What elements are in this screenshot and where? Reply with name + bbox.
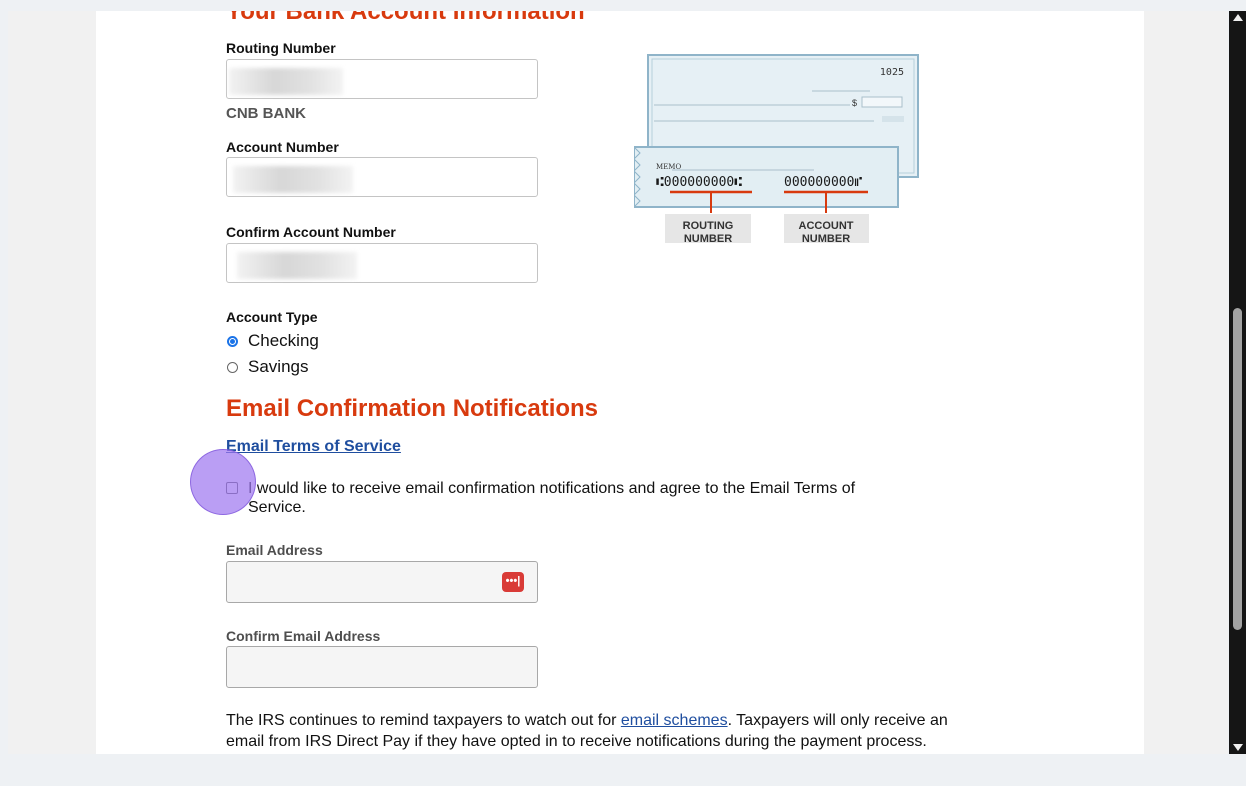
email-notifications-heading: Email Confirmation Notifications	[226, 395, 599, 422]
check-diagram: 1025 $ MEMO ⑆000000000⑆ 000000000⑈ ROUTI…	[634, 54, 919, 243]
confirm-account-number-label: Confirm Account Number	[226, 224, 396, 240]
dollar-sign: $	[852, 98, 857, 108]
email-scheme-notice: The IRS continues to remind taxpayers to…	[226, 712, 948, 750]
account-caption-line1: ACCOUNT	[799, 220, 854, 232]
password-manager-icon[interactable]: •••|	[502, 572, 524, 592]
scroll-down-arrow-icon[interactable]	[1229, 740, 1246, 754]
bank-info-heading: Your Bank Account Information	[226, 11, 585, 25]
routing-caption-line2: NUMBER	[684, 233, 732, 243]
email-opt-in-text: I would like to receive email confirmati…	[248, 480, 856, 516]
savings-label: Savings	[248, 357, 309, 376]
account-number-label: Account Number	[226, 139, 339, 155]
account-type-checking[interactable]: Checking	[227, 331, 319, 351]
routing-number-input[interactable]	[226, 59, 538, 99]
scroll-up-arrow-icon[interactable]	[1229, 11, 1246, 25]
browser-viewport: Your Bank Account Information Routing Nu…	[8, 11, 1228, 754]
email-terms-link[interactable]: Email Terms of Service	[226, 438, 401, 456]
confirm-email-input[interactable]	[226, 646, 538, 688]
email-schemes-link[interactable]: email schemes	[621, 712, 728, 729]
confirm-account-number-value-redacted	[237, 252, 357, 279]
checking-label: Checking	[248, 331, 319, 350]
check-number: 1025	[880, 67, 904, 78]
confirm-email-label: Confirm Email Address	[226, 628, 381, 644]
page-content: Your Bank Account Information Routing Nu…	[96, 11, 1144, 754]
email-address-label: Email Address	[226, 542, 323, 558]
routing-number-value-redacted	[229, 68, 343, 95]
routing-digits: ⑆000000000⑆	[656, 175, 742, 190]
routing-number-label: Routing Number	[226, 40, 336, 56]
click-indicator	[190, 449, 256, 515]
vertical-scrollbar[interactable]	[1229, 11, 1246, 754]
account-number-input[interactable]	[226, 157, 538, 197]
account-digits: 000000000⑈	[784, 175, 862, 190]
routing-caption-line1: ROUTING	[683, 220, 734, 232]
bank-name: CNB BANK	[226, 105, 306, 122]
confirm-account-number-input[interactable]	[226, 243, 538, 283]
account-type-savings[interactable]: Savings	[227, 357, 308, 377]
account-number-value-redacted	[233, 166, 353, 193]
savings-radio[interactable]	[227, 361, 238, 373]
scrollbar-thumb[interactable]	[1233, 308, 1242, 630]
account-type-label: Account Type	[226, 309, 318, 325]
account-caption-line2: NUMBER	[802, 233, 850, 243]
email-address-input[interactable]: •••|	[226, 561, 538, 603]
checking-radio[interactable]	[227, 335, 238, 347]
